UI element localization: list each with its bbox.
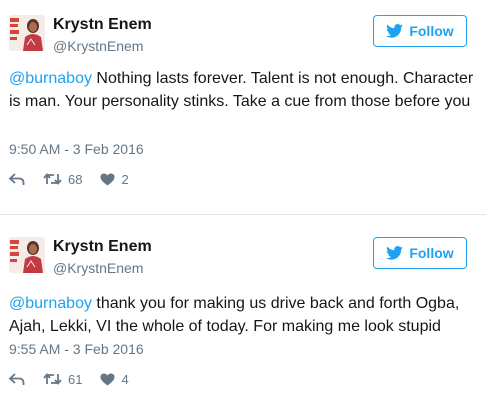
mention-link[interactable]: @burnaboy <box>9 70 92 87</box>
twitter-bird-icon <box>386 24 404 38</box>
like-count: 2 <box>121 171 129 187</box>
avatar[interactable] <box>9 15 45 51</box>
retweet-count: 68 <box>68 171 83 187</box>
avatar[interactable] <box>9 237 45 273</box>
tweet-card: Krystn Enem @KrystnEnem Follow @burnaboy… <box>0 222 486 404</box>
author-handle[interactable]: @KrystnEnem <box>53 260 143 276</box>
retweet-icon <box>43 372 62 386</box>
timestamp[interactable]: 9:55 AM - 3 Feb 2016 <box>9 341 144 357</box>
retweet-button[interactable]: 68 <box>43 172 82 187</box>
like-count: 4 <box>121 371 129 387</box>
mention-link[interactable]: @burnaboy <box>9 295 92 312</box>
reply-icon <box>9 172 25 186</box>
reply-button[interactable] <box>9 172 25 186</box>
tweet-card: Krystn Enem @KrystnEnem Follow @burnaboy… <box>0 0 486 204</box>
like-button[interactable]: 4 <box>100 371 129 387</box>
retweet-button[interactable]: 61 <box>43 372 82 387</box>
follow-label: Follow <box>409 245 454 261</box>
author-handle[interactable]: @KrystnEnem <box>53 38 143 54</box>
heart-icon <box>100 373 115 386</box>
retweet-icon <box>43 172 62 186</box>
author-name[interactable]: Krystn Enem <box>53 238 152 256</box>
retweet-count: 61 <box>68 371 83 387</box>
follow-button[interactable]: Follow <box>373 15 467 47</box>
follow-button[interactable]: Follow <box>373 237 467 269</box>
tweet-actions: 68 2 <box>9 169 147 189</box>
author-name[interactable]: Krystn Enem <box>53 16 152 34</box>
tweet-text: @burnaboy Nothing lasts forever. Talent … <box>9 67 479 113</box>
divider <box>0 214 486 215</box>
tweet-text: @burnaboy thank you for making us drive … <box>9 292 479 338</box>
reply-icon <box>9 372 25 386</box>
reply-button[interactable] <box>9 372 25 386</box>
follow-label: Follow <box>409 23 454 39</box>
tweet-actions: 61 4 <box>9 369 147 389</box>
heart-icon <box>100 173 115 186</box>
timestamp[interactable]: 9:50 AM - 3 Feb 2016 <box>9 141 144 157</box>
twitter-bird-icon <box>386 246 404 260</box>
like-button[interactable]: 2 <box>100 171 129 187</box>
